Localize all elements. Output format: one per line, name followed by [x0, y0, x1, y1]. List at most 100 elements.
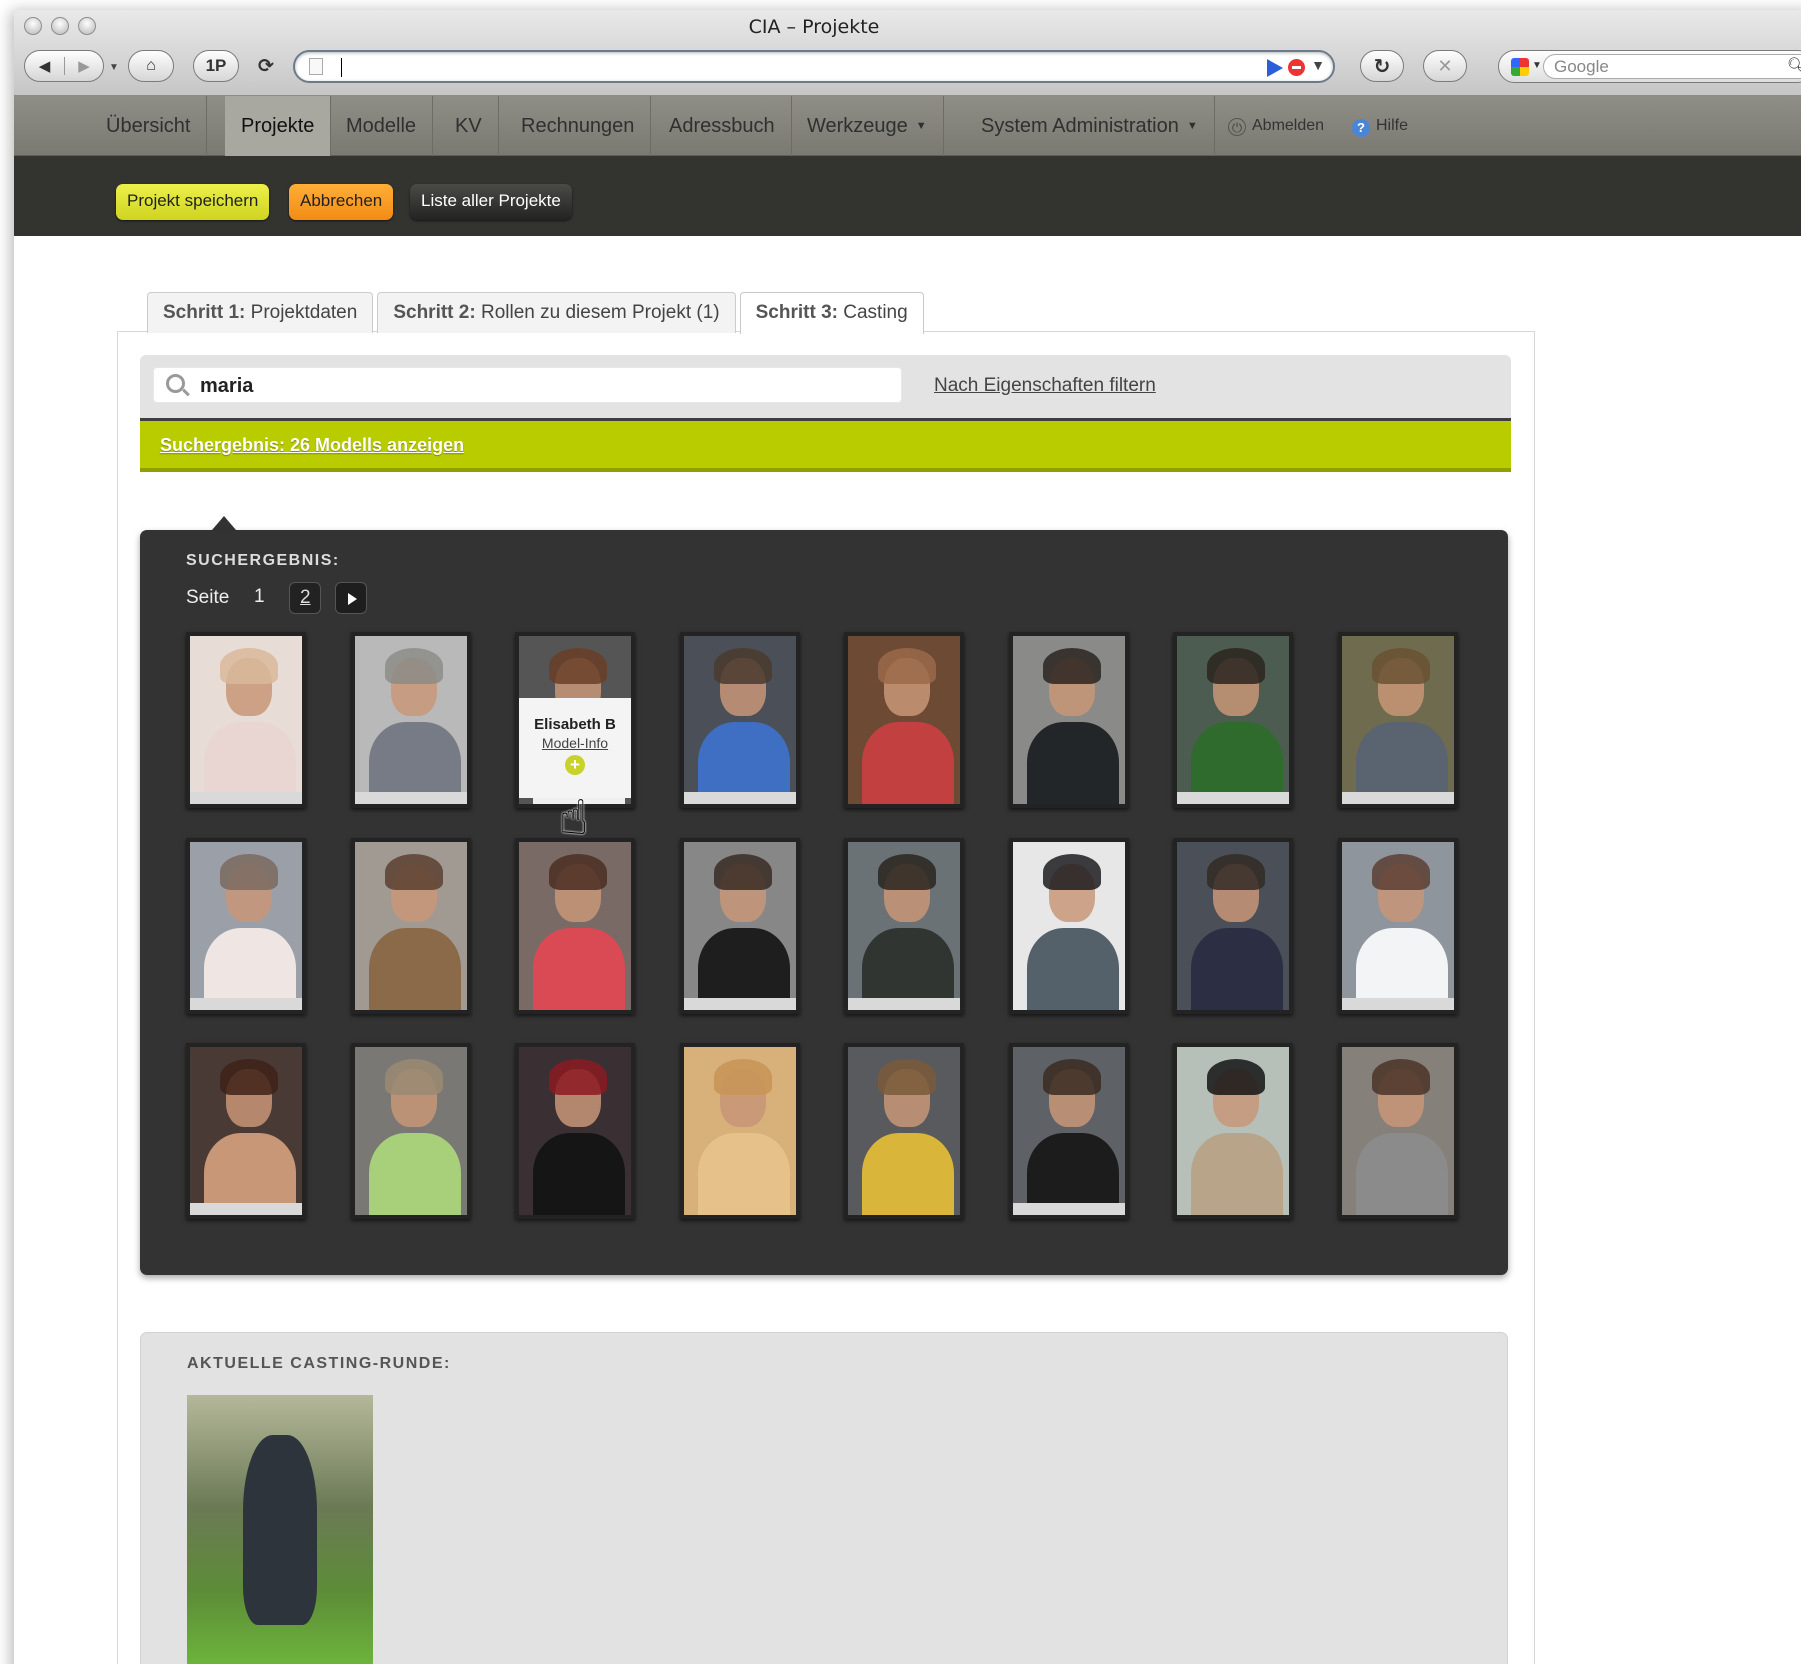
nav-item-kv[interactable]: KV: [439, 96, 499, 156]
stop-icon[interactable]: [1288, 59, 1305, 76]
url-dropdown-icon[interactable]: ▼: [1311, 57, 1325, 73]
photo-hair: [220, 648, 278, 684]
nav-item-system-administration[interactable]: System Administration ▼: [965, 96, 1215, 156]
go-icon[interactable]: [1267, 59, 1283, 77]
model-thumbnail[interactable]: [1009, 632, 1129, 808]
nav-label: System Administration: [981, 115, 1179, 137]
tab-step-3[interactable]: Schritt 3: Casting: [739, 292, 924, 334]
show-results-link[interactable]: Suchergebnis: 26 Modells anzeigen: [160, 435, 464, 456]
model-search-input[interactable]: maria: [153, 367, 902, 403]
casting-photo[interactable]: [187, 1395, 373, 1664]
nav-item-rechnungen[interactable]: Rechnungen: [505, 96, 652, 156]
model-thumbnail[interactable]: [186, 1043, 306, 1219]
action-bar: Projekt speichern Abbrechen Liste aller …: [14, 156, 1801, 236]
home-button[interactable]: ⌂: [128, 50, 174, 82]
model-thumbnail[interactable]: [351, 632, 471, 808]
model-thumbnail[interactable]: [680, 1043, 800, 1219]
add-model-button[interactable]: +: [565, 755, 585, 775]
model-thumbnail[interactable]: [351, 838, 471, 1014]
model-thumbnail[interactable]: [186, 632, 306, 808]
model-photo: [1342, 1047, 1454, 1215]
tab-step-number: Schritt 3:: [755, 302, 838, 323]
google-icon[interactable]: [1511, 58, 1529, 76]
model-photo: [519, 1047, 631, 1215]
model-thumbnail[interactable]: [186, 838, 306, 1014]
onepassword-button[interactable]: 1P: [193, 50, 239, 82]
nav-item-uebersicht[interactable]: Übersicht: [90, 96, 208, 156]
forward-button[interactable]: ▶: [63, 57, 103, 75]
save-project-button[interactable]: Projekt speichern: [116, 184, 270, 220]
nav-item-projekte[interactable]: Projekte: [225, 96, 332, 165]
photo-hair: [878, 648, 936, 684]
nav-item-modelle[interactable]: Modelle: [330, 96, 434, 156]
model-thumbnail[interactable]: [1173, 1043, 1293, 1219]
model-thumbnail[interactable]: [351, 1043, 471, 1219]
page-1-link[interactable]: 1: [243, 582, 275, 614]
loop-icon[interactable]: ⟳: [252, 50, 280, 82]
model-thumbnail[interactable]: [1009, 1043, 1129, 1219]
logout-link[interactable]: ⏻ Abmelden: [1228, 96, 1324, 156]
model-photo: [1177, 842, 1289, 1010]
model-thumbnail[interactable]: Elisabeth B Model-Info +: [515, 632, 635, 808]
photo-hair: [714, 854, 772, 890]
model-thumbnail[interactable]: [844, 1043, 964, 1219]
model-thumbnail[interactable]: [1338, 1043, 1458, 1219]
model-info-link[interactable]: Model-Info: [519, 735, 631, 751]
web-search-input[interactable]: Google: [1543, 54, 1801, 79]
model-thumbnail[interactable]: [1338, 838, 1458, 1014]
engine-dropdown-icon[interactable]: ▼: [1532, 60, 1542, 71]
tab-step-2[interactable]: Schritt 2: Rollen zu diesem Projekt (1): [377, 292, 736, 333]
chevron-down-icon: ▼: [1186, 120, 1198, 132]
back-button[interactable]: ◀: [25, 57, 64, 75]
model-thumbnail[interactable]: [1009, 838, 1129, 1014]
photo-hair: [220, 854, 278, 890]
filter-by-properties-link[interactable]: Nach Eigenschaften filtern: [934, 375, 1156, 397]
cancel-button[interactable]: Abbrechen: [289, 184, 394, 220]
photo-hair: [878, 1059, 936, 1095]
model-thumbnail[interactable]: [515, 838, 635, 1014]
nav-item-werkzeuge[interactable]: Werkzeuge ▼: [791, 96, 944, 156]
reload-button[interactable]: ↻: [1360, 50, 1404, 82]
next-page-button[interactable]: [335, 582, 368, 614]
model-photo: [1177, 636, 1289, 804]
stop-button[interactable]: ✕: [1423, 50, 1467, 82]
photo-hair: [1043, 648, 1101, 684]
model-thumbnail[interactable]: [680, 632, 800, 808]
model-thumbnail[interactable]: [515, 1043, 635, 1219]
model-photo: [190, 636, 302, 804]
tab-step-1[interactable]: Schritt 1: Projektdaten: [147, 292, 374, 333]
project-list-button[interactable]: Liste aller Projekte: [410, 184, 572, 220]
chevron-down-icon: ▼: [915, 120, 927, 132]
model-photo: [519, 842, 631, 1010]
model-thumbnail[interactable]: [844, 838, 964, 1014]
model-thumbnail[interactable]: [1173, 632, 1293, 808]
history-dropdown-icon[interactable]: ▼: [109, 62, 119, 73]
search-area: maria Nach Eigenschaften filtern: [140, 355, 1511, 418]
help-link[interactable]: ? Hilfe: [1352, 96, 1408, 156]
model-thumbnail[interactable]: [844, 632, 964, 808]
photo-border-strip: [190, 792, 302, 804]
model-name: Elisabeth B: [534, 716, 616, 733]
model-thumbnail[interactable]: [680, 838, 800, 1014]
nav-label: Modelle: [346, 115, 417, 137]
model-photo: [684, 636, 796, 804]
photo-hair: [878, 854, 936, 890]
hand-cursor-icon: ☝: [559, 792, 589, 845]
model-thumbnail[interactable]: [1338, 632, 1458, 808]
tab-step-number: Schritt 2:: [393, 302, 476, 323]
photo-border-strip: [684, 792, 796, 804]
results-pointer: [212, 516, 236, 530]
model-thumbnail[interactable]: [1173, 838, 1293, 1014]
photo-border-strip: [684, 998, 796, 1010]
search-icon[interactable]: 🔍︎: [1787, 56, 1801, 76]
photo-border-strip: [1013, 1203, 1125, 1215]
tab-label: Projektdaten: [250, 302, 358, 323]
photo-hair: [1372, 648, 1430, 684]
model-photo: [684, 842, 796, 1010]
url-field[interactable]: ▼: [293, 50, 1335, 83]
help-label: Hilfe: [1376, 117, 1409, 134]
photo-hair: [1207, 854, 1265, 890]
onepassword-label: 1P: [205, 56, 227, 75]
page-2-current[interactable]: 2: [289, 582, 322, 614]
nav-item-adressbuch[interactable]: Adressbuch: [653, 96, 792, 156]
